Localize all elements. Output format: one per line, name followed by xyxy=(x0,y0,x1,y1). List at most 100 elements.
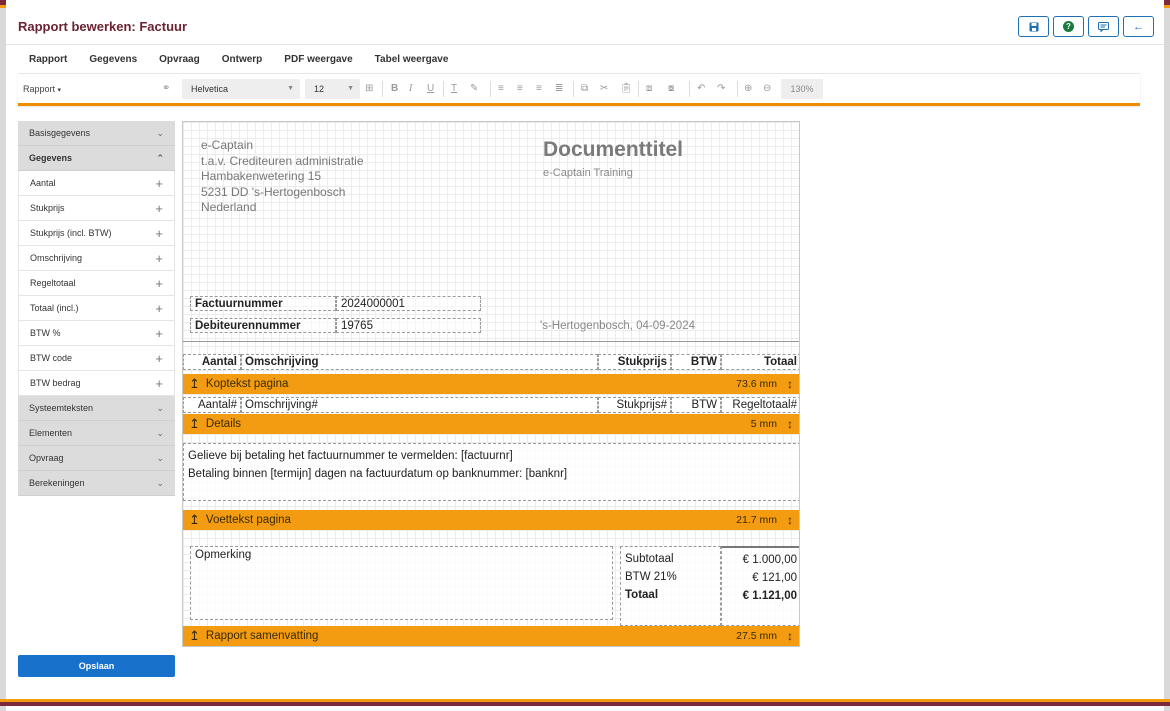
sidebar-group-opvraag[interactable]: Opvraag ⌄ xyxy=(18,446,175,471)
plus-icon[interactable]: + xyxy=(155,276,163,291)
document-title[interactable]: Documenttitel xyxy=(543,138,683,162)
text-color-icon[interactable]: T xyxy=(451,83,457,94)
sidebar-item-btw-percent[interactable]: BTW % + xyxy=(18,321,175,346)
address-block[interactable]: e-Captain t.a.v. Crediteuren administrat… xyxy=(201,138,364,216)
plus-icon[interactable]: + xyxy=(155,176,163,191)
detail-regeltotaal[interactable]: Regeltotaal# xyxy=(721,397,799,413)
invoice-number-value[interactable]: 2024000001 xyxy=(336,296,481,311)
plus-icon[interactable]: + xyxy=(155,226,163,241)
remark-box[interactable]: Opmerking xyxy=(190,546,613,620)
font-size-select[interactable]: 12 ▼ xyxy=(305,79,360,99)
align-left-icon[interactable]: ≡ xyxy=(498,83,504,94)
plus-icon[interactable]: + xyxy=(155,376,163,391)
address-line: 5231 DD 's-Hertogenbosch xyxy=(201,184,346,199)
sidebar-item-btw-bedrag[interactable]: BTW bedrag + xyxy=(18,371,175,396)
design-toolbar: Rapport ▾ ⚭ Helvetica ▼ 12 ▼ ⊞ B I U T ✎ ≡… xyxy=(18,73,1140,106)
invoice-number-label[interactable]: Factuurnummer xyxy=(190,296,336,311)
band-rapport-samenvatting[interactable]: ↥ Rapport samenvatting 27.5 mm ↕ xyxy=(183,626,799,646)
totals-values-box[interactable]: € 1.000,00 € 121,00 € 1.121,00 xyxy=(721,546,799,626)
cut-icon[interactable]: ✂ xyxy=(600,83,608,94)
back-button[interactable]: ← xyxy=(1123,16,1154,37)
sidebar-item-omschrijving[interactable]: Omschrijving + xyxy=(18,246,175,271)
sidebar-group-berekeningen[interactable]: Berekeningen ⌄ xyxy=(18,471,175,496)
font-family-select[interactable]: Helvetica ▼ xyxy=(182,79,300,99)
table-icon[interactable]: ⊞ xyxy=(365,83,373,94)
band-height: 27.5 mm xyxy=(736,630,777,642)
col-header-stukprijs[interactable]: Stukprijs xyxy=(598,354,671,370)
sidebar-group-systeemteksten[interactable]: Systeemteksten ⌄ xyxy=(18,396,175,421)
detail-btw[interactable]: BTW xyxy=(671,397,721,413)
align-right-icon[interactable]: ≡ xyxy=(536,83,542,94)
sidebar-item-stukprijs[interactable]: Stukprijs + xyxy=(18,196,175,221)
detail-stukprijs[interactable]: Stukprijs# xyxy=(598,397,671,413)
debtor-number-label[interactable]: Debiteurennummer xyxy=(190,318,336,333)
align-justify-icon[interactable]: ≣ xyxy=(555,83,563,94)
plus-icon[interactable]: + xyxy=(155,201,163,216)
rapport-dropdown[interactable]: Rapport ▾ xyxy=(23,84,61,94)
tab-tabel-weergave[interactable]: Tabel weergave xyxy=(364,52,460,75)
sidebar-group-gegevens[interactable]: Gegevens ⌃ xyxy=(18,146,175,171)
header-rule xyxy=(183,341,799,342)
totals-labels-box[interactable]: Subtotaal BTW 21% Totaal xyxy=(620,546,721,626)
plus-icon[interactable]: + xyxy=(155,301,163,316)
detail-aantal[interactable]: Aantal# xyxy=(183,397,241,413)
detail-omschrijving[interactable]: Omschrijving# xyxy=(241,397,598,413)
tab-ontwerp[interactable]: Ontwerp xyxy=(210,52,274,75)
group-icon[interactable]: ⧈ xyxy=(646,83,652,94)
report-design-canvas[interactable]: e-Captain t.a.v. Crediteuren administrat… xyxy=(182,121,800,647)
sidebar-item-totaal-incl[interactable]: Totaal (incl.) + xyxy=(18,296,175,321)
col-header-totaal[interactable]: Totaal xyxy=(721,354,799,370)
chevron-down-icon: ⌄ xyxy=(156,427,164,438)
italic-icon[interactable]: I xyxy=(409,83,412,94)
band-koptekst-pagina[interactable]: ↥ Koptekst pagina 73.6 mm ↕ xyxy=(183,374,799,394)
back-arrow-icon: ← xyxy=(1133,20,1144,33)
band-height: 5 mm xyxy=(750,418,777,430)
tab-rapport[interactable]: Rapport xyxy=(18,52,78,75)
highlight-pen-icon[interactable]: ✎ xyxy=(470,83,478,94)
save-button[interactable]: Opslaan xyxy=(18,655,175,677)
col-header-btw[interactable]: BTW xyxy=(671,354,721,370)
link-fields-icon[interactable]: ⚭ xyxy=(162,83,170,94)
band-voettekst-pagina[interactable]: ↥ Voettekst pagina 21.7 mm ↕ xyxy=(183,510,799,530)
align-center-icon[interactable]: ≡ xyxy=(517,83,523,94)
sidebar-item-regeltotaal[interactable]: Regeltotaal + xyxy=(18,271,175,296)
zoom-out-icon[interactable]: ⊖ xyxy=(763,83,771,94)
save-icon-button[interactable] xyxy=(1018,16,1049,37)
help-button[interactable]: ? xyxy=(1053,16,1084,37)
caret-down-icon: ▾ xyxy=(57,87,62,94)
comment-button[interactable] xyxy=(1088,16,1119,37)
plus-icon[interactable]: + xyxy=(155,251,163,266)
sidebar-group-elementen[interactable]: Elementen ⌄ xyxy=(18,421,175,446)
document-subtitle[interactable]: e-Captain Training xyxy=(543,167,633,179)
col-header-aantal[interactable]: Aantal xyxy=(183,354,241,370)
tab-gegevens[interactable]: Gegevens xyxy=(78,52,148,75)
sidebar-item-aantal[interactable]: Aantal + xyxy=(18,171,175,196)
bold-icon[interactable]: B xyxy=(391,83,398,94)
sidebar-group-basisgegevens[interactable]: Basisgegevens ⌄ xyxy=(18,121,175,146)
underline-icon[interactable]: U xyxy=(427,83,434,94)
sidebar-item-btw-code[interactable]: BTW code + xyxy=(18,346,175,371)
resize-vertical-icon[interactable]: ↕ xyxy=(787,417,793,431)
zoom-in-icon[interactable]: ⊕ xyxy=(744,83,752,94)
col-header-omschrijving[interactable]: Omschrijving xyxy=(241,354,598,370)
address-line: Hambakenwetering 15 xyxy=(201,169,322,183)
band-details[interactable]: ↥ Details 5 mm ↕ xyxy=(183,414,799,434)
sidebar-item-stukprijs-incl-btw[interactable]: Stukprijs (incl. BTW) + xyxy=(18,221,175,246)
plus-icon[interactable]: + xyxy=(155,351,163,366)
resize-vertical-icon[interactable]: ↕ xyxy=(787,377,793,391)
tab-opvraag[interactable]: Opvraag xyxy=(148,52,211,75)
plus-icon[interactable]: + xyxy=(155,326,163,341)
redo-icon[interactable]: ↷ xyxy=(717,83,725,94)
place-date[interactable]: 's-Hertogenbosch, 04-09-2024 xyxy=(540,320,695,332)
sidebar-item-label: Regeltotaal xyxy=(30,278,76,288)
undo-icon[interactable]: ↶ xyxy=(697,83,705,94)
ungroup-icon[interactable]: ⧇ xyxy=(668,83,674,94)
resize-vertical-icon[interactable]: ↕ xyxy=(787,629,793,643)
resize-vertical-icon[interactable]: ↕ xyxy=(787,513,793,527)
paste-icon[interactable]: 📋︎ xyxy=(620,83,633,94)
payment-text-box[interactable]: Gelieve bij betaling het factuurnummer t… xyxy=(183,443,799,501)
debtor-number-value[interactable]: 19765 xyxy=(336,318,481,333)
tab-pdf-weergave[interactable]: PDF weergave xyxy=(273,52,363,75)
copy-icon[interactable]: ⧉ xyxy=(581,83,588,94)
font-size-value: 12 xyxy=(314,84,325,94)
